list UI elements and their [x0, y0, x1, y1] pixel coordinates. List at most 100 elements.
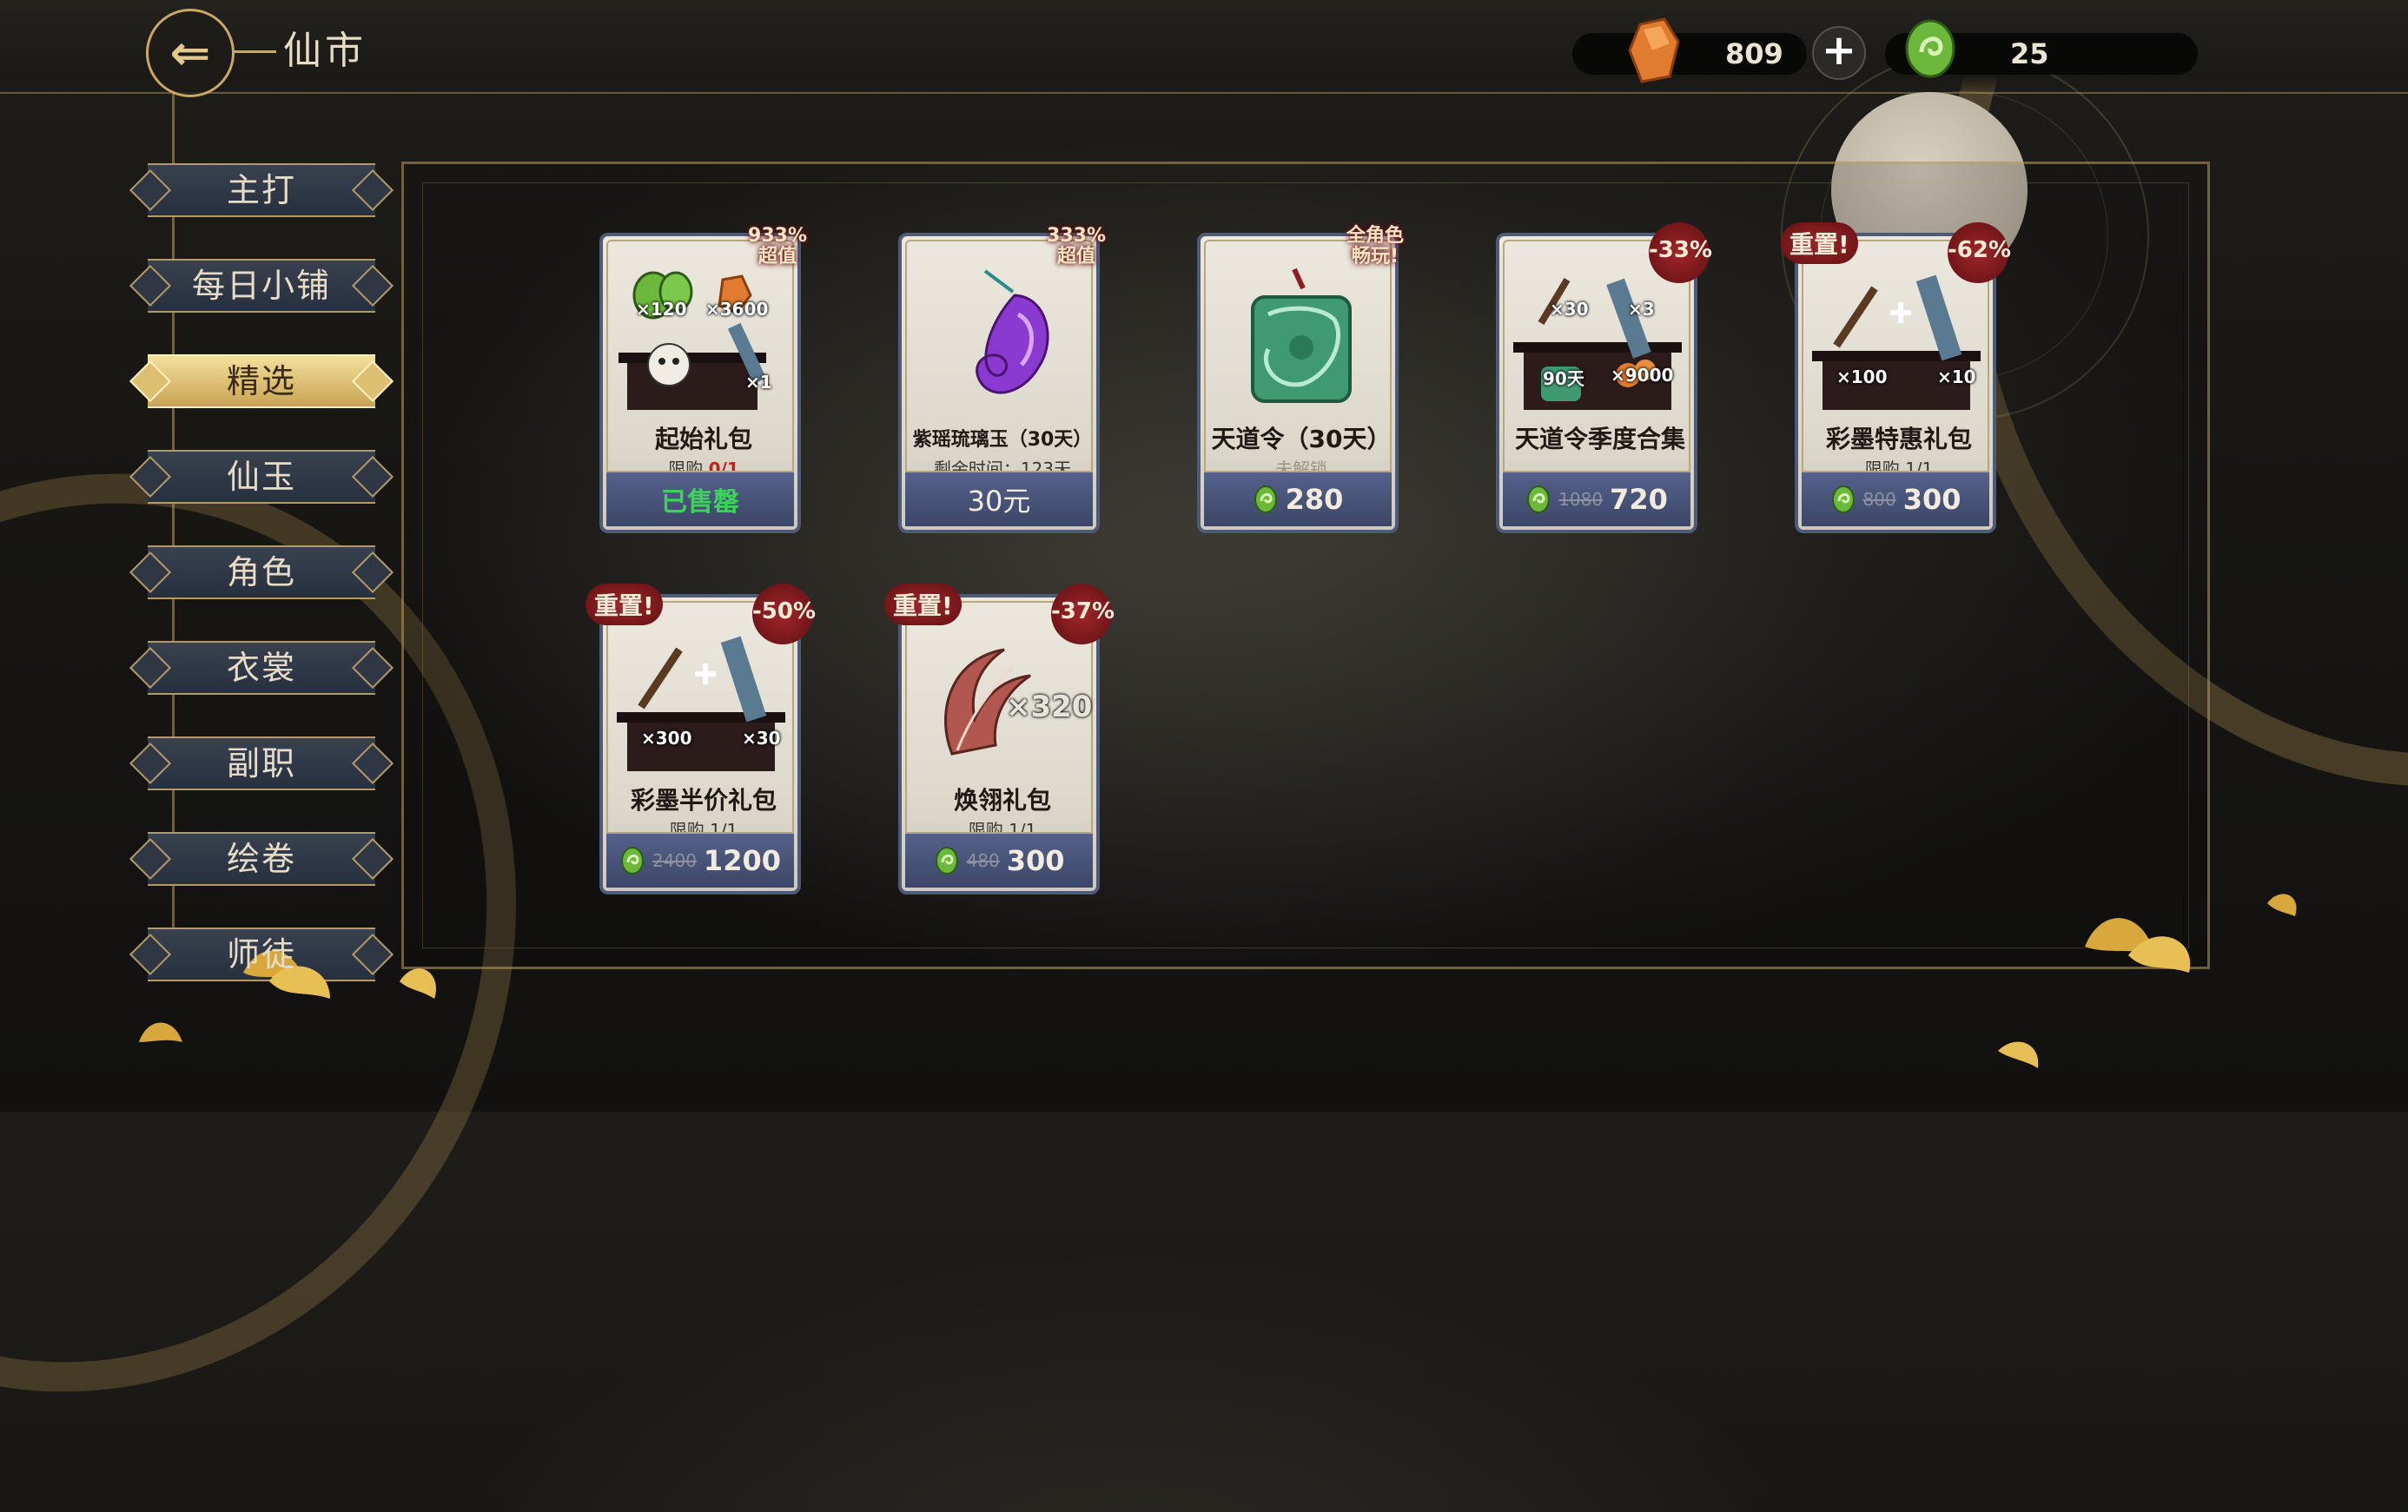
card-price-bar: 480 300: [905, 832, 1093, 888]
value-line-1: 全角色: [1346, 225, 1404, 247]
sidebar-item-scrolls[interactable]: 绘卷: [148, 832, 375, 886]
card-price-bar: 280: [1204, 471, 1392, 526]
card-title: 彩墨半价礼包: [630, 786, 777, 815]
original-price: 2400: [652, 850, 697, 871]
jade-price: 300: [1902, 483, 1961, 516]
ink-pack-art: [1812, 274, 1981, 410]
back-button[interactable]: ⇐: [146, 9, 235, 97]
jade-icon: [621, 847, 645, 875]
item-quantity: ×30: [742, 728, 781, 749]
item-quantity: ×3: [1628, 299, 1655, 320]
jade-count: 25: [2010, 37, 2049, 70]
item-quantity: ×120: [636, 299, 687, 320]
card-title: 天道令季度合集: [1514, 425, 1685, 453]
jade-icon: [935, 847, 958, 875]
amber-count: 809: [1725, 37, 1783, 70]
card-title: 彩墨特惠礼包: [1825, 425, 1972, 453]
value-line-2: 畅玩!: [1351, 246, 1399, 267]
add-currency-button[interactable]: +: [1812, 26, 1866, 80]
back-button-ornament: [233, 50, 276, 53]
jade-price: 1200: [703, 844, 781, 877]
value-percent: 933%: [748, 225, 807, 247]
item-quantity: ×320: [1006, 690, 1093, 724]
sidebar-item-label: 绘卷: [226, 840, 296, 878]
card-price-bar: 30元: [905, 471, 1093, 526]
shop-card-starter-pack[interactable]: ×120 ×3600 ×1 起始礼包 限购 0/1 已售罄 933% 超值: [599, 226, 807, 533]
sidebar-item-featured[interactable]: 精选: [148, 354, 375, 408]
original-price: 800: [1862, 489, 1896, 510]
item-quantity: ×3600: [705, 299, 769, 320]
value-badge: 全角色 畅玩!: [1341, 226, 1409, 267]
card-price-bar: 800 300: [1802, 471, 1989, 526]
jade-price: 720: [1610, 483, 1668, 516]
item-quantity: ×1: [745, 372, 772, 393]
card-title: 焕翎礼包: [953, 786, 1051, 815]
value-label: 超值: [757, 246, 797, 267]
card-title: 紫瑶琉璃玉（30天）: [912, 429, 1093, 451]
item-quantity: 90天: [1543, 368, 1584, 389]
quarterly-bundle-art: [1513, 277, 1682, 410]
value-badge: 333% 超值: [1042, 226, 1110, 267]
item-quantity: ×300: [641, 728, 692, 749]
jade-price: 300: [1006, 844, 1065, 877]
value-label: 超值: [1056, 246, 1095, 267]
original-price: 480: [966, 850, 1000, 871]
value-percent: 333%: [1047, 225, 1106, 247]
jade-icon: [1527, 485, 1551, 513]
sidebar-item-side-jobs[interactable]: 副职: [148, 736, 375, 790]
ink-pack-art: [617, 636, 785, 771]
starter-pack-art: [619, 271, 767, 410]
jade-icon: [1831, 485, 1855, 513]
reset-badge: 重置!: [585, 584, 663, 625]
jade-token-art: [1251, 267, 1352, 403]
cash-price: 30元: [967, 485, 1031, 518]
reset-badge: 重置!: [884, 584, 962, 625]
sidebar-item-jade[interactable]: 仙玉: [148, 450, 375, 504]
card-face: ×120 ×3600 ×1 起始礼包 限购 0/1 已售罄: [599, 233, 801, 533]
card-title: 天道令（30天）: [1211, 425, 1392, 453]
divider: [0, 92, 2408, 94]
purple-jade-pendant-art: [976, 269, 1049, 394]
value-badge: 933% 超值: [744, 226, 811, 267]
shop-card-ink-half-price-pack[interactable]: ×300 ×30 彩墨半价礼包 限购 1/1 2400 1200 重置! -50…: [585, 584, 816, 895]
item-quantity: ×100: [1836, 366, 1888, 387]
shop-card-heaven-pass[interactable]: 天道令（30天） 未解锁 280 全角色 畅玩!: [1197, 226, 1404, 533]
sidebar-item-label: 副职: [226, 744, 296, 782]
shop-card-feather-pack[interactable]: ×320 焕翎礼包 限购 1/1 480 300 重置! -37%: [884, 584, 1115, 895]
card-price-bar: 已售罄: [606, 471, 794, 526]
card-price-bar: 2400 1200: [606, 832, 794, 888]
discount-badge: -37%: [1051, 584, 1115, 644]
original-price: 1080: [1558, 489, 1604, 510]
card-face: 天道令（30天） 未解锁 280: [1197, 233, 1399, 533]
card-price-bar: 1080 720: [1503, 471, 1690, 526]
item-quantity: ×10: [1937, 366, 1976, 387]
sidebar-item-label: 精选: [226, 362, 296, 400]
discount-badge: -33%: [1649, 222, 1712, 283]
reset-badge: 重置!: [1781, 222, 1858, 264]
discount-badge: -62%: [1948, 222, 2011, 283]
shop-card-ink-special-pack[interactable]: ×100 ×10 彩墨特惠礼包 限购 1/1 800 300 重置! -62%: [1781, 222, 2011, 533]
sidebar-item-label: 仙玉: [226, 458, 296, 496]
shop-card-quarterly-bundle[interactable]: ×30 ×3 90天 ×9000 天道令季度合集 1080 720 -33%: [1496, 222, 1712, 533]
sidebar-item-outfits[interactable]: 衣裳: [148, 641, 375, 695]
item-quantity: ×30: [1550, 299, 1589, 320]
sidebar-item-main[interactable]: 主打: [148, 163, 375, 217]
sidebar-item-label: 角色: [226, 553, 296, 591]
discount-badge: -50%: [752, 584, 816, 644]
sidebar-item-characters[interactable]: 角色: [148, 545, 375, 599]
jade-icon: [1254, 485, 1277, 513]
amber-crystal-icon: [1628, 17, 1680, 83]
sidebar-item-daily-shop[interactable]: 每日小铺: [148, 259, 375, 313]
sidebar-item-label: 师徒: [226, 935, 296, 974]
sidebar-item-label: 每日小铺: [191, 267, 331, 305]
card-face: 紫瑶琉璃玉（30天） 剩余时间：123天 30元: [898, 233, 1100, 533]
jade-icon: [1905, 19, 1955, 78]
sidebar-item-label: 衣裳: [226, 649, 296, 687]
shop-card-purple-jade[interactable]: 紫瑶琉璃玉（30天） 剩余时间：123天 30元 333% 超值: [898, 226, 1106, 533]
back-arrow-icon: ⇐: [169, 24, 211, 82]
item-quantity: ×9000: [1611, 365, 1674, 386]
golden-flower-decoration: [1998, 894, 2297, 1068]
sidebar-item-label: 主打: [226, 171, 296, 209]
card-title: 起始礼包: [654, 425, 752, 453]
sold-out-label: 已售罄: [661, 487, 739, 518]
